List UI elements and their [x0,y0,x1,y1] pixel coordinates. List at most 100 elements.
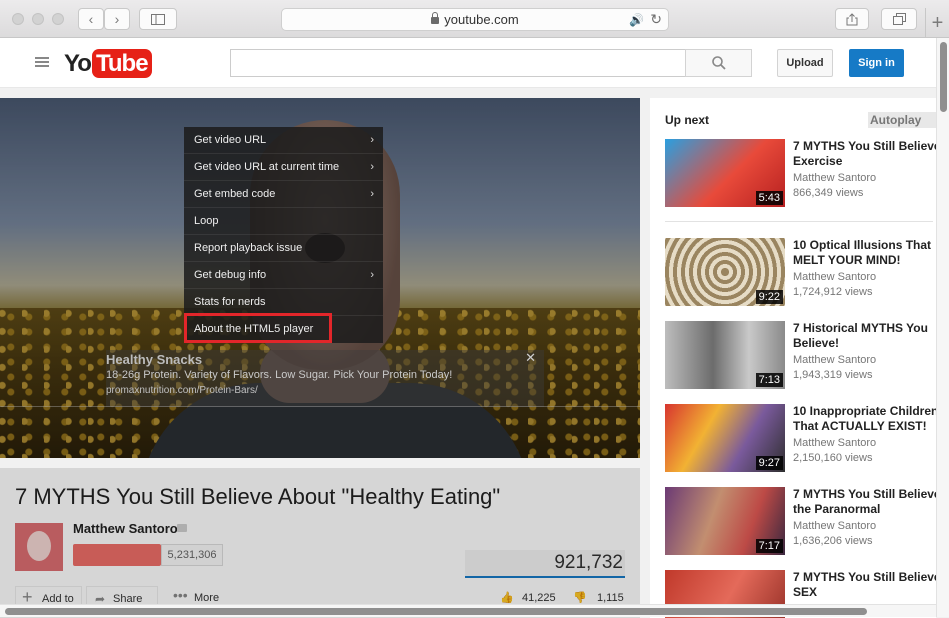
context-item-get-debug-info[interactable]: Get debug info › [184,262,383,289]
ad-url[interactable]: promaxnutrition.com/Protein-Bars/ [106,385,258,396]
search-icon [711,56,726,70]
title-line: 7 Historical MYTHS You [793,321,928,335]
duration-badge: 7:17 [755,539,783,553]
title-line: 7 MYTHS You Still Believe [793,139,936,153]
address-bar[interactable]: youtube.com 🔊 ↻ [281,8,669,31]
window-close-button[interactable] [12,13,24,25]
context-item-get-embed-code[interactable]: Get embed code › [184,181,383,208]
title-line: Exercise [793,154,843,168]
recommendation-title[interactable]: 10 Inappropriate Children That ACTUALLY E… [793,404,936,434]
title-line: 10 Optical Illusions That [793,238,932,252]
address-text: youtube.com [444,12,519,27]
ad-title[interactable]: Healthy Snacks [106,352,202,367]
context-item-label: Get video URL [194,134,267,146]
youtube-logo-tube[interactable]: Tube [92,49,152,78]
ad-overlay[interactable]: Healthy Snacks 18-26g Protein. Variety o… [106,350,544,407]
title-line: MELT YOUR MIND! [793,253,901,267]
recommendation-item[interactable]: 9:27 10 Inappropriate Children That ACTUA… [665,404,936,472]
vertical-scrollbar[interactable] [936,38,949,617]
ad-description: 18-26g Protein. Variety of Flavors. Low … [106,369,453,381]
recommendation-channel: Matthew Santoro [793,520,877,532]
recommendation-channel: Matthew Santoro [793,437,877,449]
window-zoom-button[interactable] [52,13,64,25]
recommendation-channel: Matthew Santoro [793,354,877,366]
horizontal-scroll-thumb[interactable] [5,608,867,615]
info-dim-overlay [0,468,640,618]
recommendation-title[interactable]: 7 MYTHS You Still Believe SEX [793,570,936,600]
context-item-label: Get debug info [194,269,267,281]
section-divider [665,221,933,222]
search-button[interactable] [685,49,752,77]
youtube-header: You Tube Upload Sign in [0,38,936,88]
recommendation-title[interactable]: 7 MYTHS You Still Believe Exercise [793,139,936,169]
context-item-loop[interactable]: Loop [184,208,383,235]
recommendation-title[interactable]: 7 Historical MYTHS You Believe! [793,321,936,351]
player-context-menu: Get video URL › Get video URL at current … [184,127,383,343]
chevron-right-icon: › [370,188,374,200]
sign-in-button[interactable]: Sign in [849,49,904,77]
sidebar-toggle-button[interactable] [139,8,177,30]
new-tab-button[interactable]: + [925,8,949,38]
title-line: SEX [793,585,818,599]
recommendation-channel: Matthew Santoro [793,172,877,184]
context-item-label: Loop [194,215,219,227]
speaker-icon[interactable]: 🔊 [629,13,644,27]
tabs-overview-button[interactable] [881,8,917,30]
share-page-button[interactable] [835,8,869,30]
recommendation-views: 1,724,912 views [793,286,873,298]
context-item-get-video-url-current-time[interactable]: Get video URL at current time › [184,154,383,181]
duration-badge: 9:27 [755,456,783,470]
recommendation-item[interactable]: 7:13 7 Historical MYTHS You Believe! Matt… [665,321,936,389]
context-item-stats-for-nerds[interactable]: Stats for nerds [184,289,383,316]
upload-button[interactable]: Upload [777,49,833,77]
title-line: the Paranormal [793,502,881,516]
autoplay-toggle[interactable]: Autoplay [868,112,936,128]
menu-icon[interactable] [35,57,49,68]
recommendation-views: 2,150,160 views [793,452,873,464]
chevron-right-icon: › [370,161,374,173]
tabs-icon [892,13,906,25]
up-next-sidebar: Up next Autoplay 5:43 7 MYTHS You Still … [650,98,936,618]
recommendation-views: 1,636,206 views [793,535,873,547]
recommendation-title[interactable]: 10 Optical Illusions That MELT YOUR MIND! [793,238,936,268]
highlight-box [184,313,332,343]
back-button[interactable]: ‹ [78,8,104,30]
plus-icon: + [931,11,944,34]
title-line: 7 MYTHS You Still Believe [793,487,936,501]
ad-close-icon[interactable]: ✕ [525,350,536,366]
recommendation-item[interactable]: 9:22 10 Optical Illusions That MELT YOUR … [665,238,936,306]
vertical-scroll-thumb[interactable] [940,42,947,112]
context-item-label: Get video URL at current time [194,161,340,173]
share-icon [846,12,858,25]
reload-icon[interactable]: ↻ [650,11,662,28]
search-input[interactable] [230,49,686,77]
recommendation-title[interactable]: 7 MYTHS You Still Believe the Paranormal [793,487,936,517]
recommendation-views: 1,943,319 views [793,369,873,381]
duration-badge: 9:22 [755,290,783,304]
context-item-label: Get embed code [194,188,276,200]
horizontal-scrollbar[interactable] [0,604,936,617]
duration-badge: 5:43 [755,191,783,205]
recommendation-thumbnail[interactable]: 9:22 [665,238,785,306]
recommendation-thumbnail[interactable]: 5:43 [665,139,785,207]
recommendation-item[interactable]: 7:17 7 MYTHS You Still Believe the Parano… [665,487,936,555]
title-line: That ACTUALLY EXIST! [793,419,927,433]
title-line: 10 Inappropriate Children [793,404,936,418]
context-item-label: Report playback issue [194,242,303,254]
up-next-heading: Up next [665,113,710,127]
player-progress-bar[interactable] [0,406,640,407]
lock-icon [431,12,440,24]
recommendation-thumbnail[interactable]: 7:13 [665,321,785,389]
context-item-label: Stats for nerds [194,296,266,308]
window-minimize-button[interactable] [32,13,44,25]
recommendation-thumbnail[interactable]: 7:17 [665,487,785,555]
recommendation-channel: Matthew Santoro [793,271,877,283]
context-item-report-playback-issue[interactable]: Report playback issue [184,235,383,262]
forward-button[interactable]: › [104,8,130,30]
video-info-card: 7 MYTHS You Still Believe About "Healthy… [0,468,640,618]
recommendation-item[interactable]: 5:43 7 MYTHS You Still Believe Exercise M… [665,139,936,207]
sidebar-icon [151,13,165,25]
context-item-get-video-url[interactable]: Get video URL › [184,127,383,154]
browser-toolbar: ‹ › youtube.com 🔊 ↻ + [0,0,949,38]
recommendation-thumbnail[interactable]: 9:27 [665,404,785,472]
